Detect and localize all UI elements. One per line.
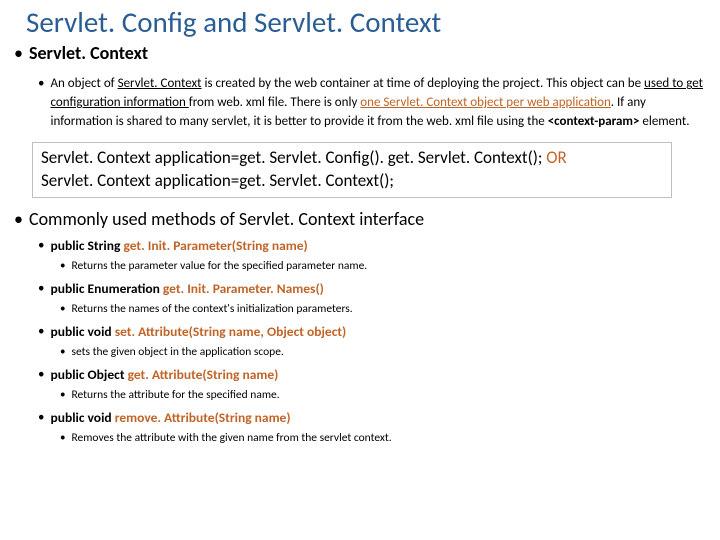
heading-servlet-context: • Servlet. Context xyxy=(14,42,706,65)
t: public String xyxy=(50,237,123,254)
heading-text: Servlet. Context xyxy=(29,42,148,65)
t: remove. Attribute(String name) xyxy=(115,409,291,426)
method-signature: public void remove. Attribute(String nam… xyxy=(50,409,290,428)
bullet-icon: • xyxy=(38,409,44,428)
method-signature: public Object get. Attribute(String name… xyxy=(50,366,278,385)
slide-title: Servlet. Config and Servlet. Context xyxy=(26,4,706,40)
paragraph-text: An object of Servlet. Context is created… xyxy=(50,75,706,132)
bullet-icon: • xyxy=(14,208,23,231)
t: sets the given object in the application… xyxy=(71,344,283,360)
bullet-icon: • xyxy=(38,323,44,342)
method-desc: • Returns the attribute for the specifie… xyxy=(60,387,706,403)
bullet-icon: • xyxy=(60,430,65,445)
t: public Object xyxy=(50,366,127,383)
code-line-2: Servlet. Context application=get. Servle… xyxy=(41,170,663,193)
t: Servlet. Context xyxy=(118,76,202,91)
method-desc: • Returns the names of the context's ini… xyxy=(60,301,706,317)
code-line-1: Servlet. Context application=get. Servle… xyxy=(41,147,663,170)
t: An object of xyxy=(50,76,117,91)
t: public void xyxy=(50,323,114,340)
method-desc: • Removes the attribute with the given n… xyxy=(60,430,706,446)
t: from web. xml file. There is only xyxy=(189,95,361,110)
method-item: • public void set. Attribute(String name… xyxy=(38,323,706,342)
bullet-icon: • xyxy=(60,344,65,359)
method-signature: public String get. Init. Parameter(Strin… xyxy=(50,237,307,256)
t: one Servlet. Context object per web appl… xyxy=(360,95,610,110)
t: Returns the names of the context's initi… xyxy=(71,301,352,317)
paragraph-description: • An object of Servlet. Context is creat… xyxy=(38,75,706,132)
t: Servlet. Context application=get. Servle… xyxy=(41,147,546,168)
method-desc: • sets the given object in the applicati… xyxy=(60,344,706,360)
method-item: • public Object get. Attribute(String na… xyxy=(38,366,706,385)
bullet-icon: • xyxy=(60,387,65,402)
t: Returns the attribute for the specified … xyxy=(71,387,279,403)
method-item: • public Enumeration get. Init. Paramete… xyxy=(38,280,706,299)
t: get. Attribute(String name) xyxy=(128,366,279,383)
methods-list: • public String get. Init. Parameter(Str… xyxy=(14,237,706,446)
bullet-icon: • xyxy=(14,42,23,65)
t: is created by the web container at time … xyxy=(202,76,645,91)
bullet-icon: • xyxy=(38,280,44,299)
bullet-icon: • xyxy=(60,301,65,316)
t: <context-param> xyxy=(548,114,640,129)
t: public void xyxy=(50,409,114,426)
t: public Enumeration xyxy=(50,280,162,297)
method-item: • public void remove. Attribute(String n… xyxy=(38,409,706,428)
code-example-box: Servlet. Context application=get. Servle… xyxy=(32,142,672,198)
t: get. Init. Parameter(String name) xyxy=(123,237,307,254)
heading-text: Commonly used methods of Servlet. Contex… xyxy=(29,208,424,231)
t: get. Init. Parameter. Names() xyxy=(163,280,324,297)
method-signature: public void set. Attribute(String name, … xyxy=(50,323,346,342)
t: element. xyxy=(639,114,689,129)
bullet-icon: • xyxy=(38,75,44,94)
method-item: • public String get. Init. Parameter(Str… xyxy=(38,237,706,256)
t: OR xyxy=(546,147,567,168)
method-desc: • Returns the parameter value for the sp… xyxy=(60,258,706,274)
bullet-icon: • xyxy=(38,237,44,256)
t: set. Attribute(String name, Object objec… xyxy=(115,323,347,340)
t: Returns the parameter value for the spec… xyxy=(71,258,367,274)
method-signature: public Enumeration get. Init. Parameter.… xyxy=(50,280,323,299)
heading-methods: • Commonly used methods of Servlet. Cont… xyxy=(14,208,706,231)
bullet-icon: • xyxy=(60,258,65,273)
t: Removes the attribute with the given nam… xyxy=(71,430,391,446)
bullet-icon: • xyxy=(38,366,44,385)
